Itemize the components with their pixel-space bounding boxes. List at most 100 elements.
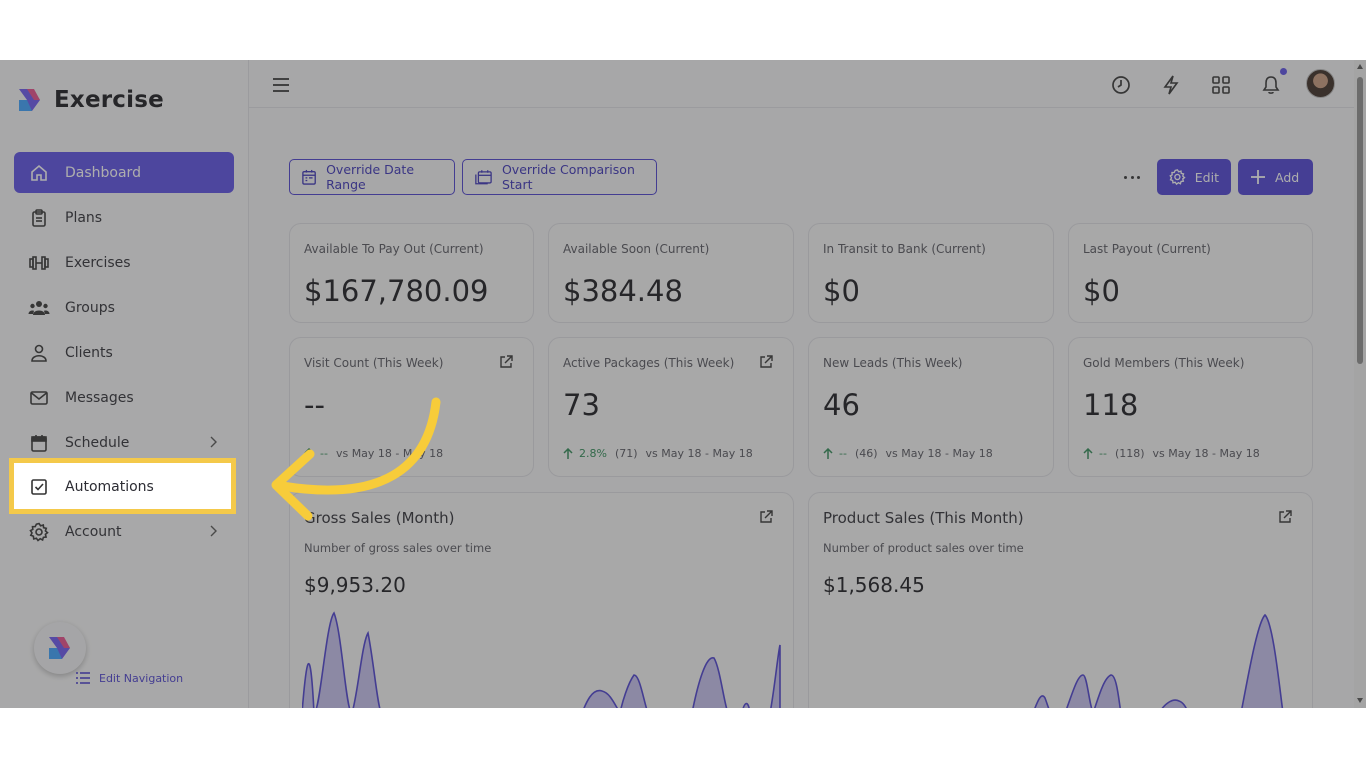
app-name: Exercise [54,87,164,113]
gross-sales-sparkline [302,611,781,708]
gear-icon [28,521,50,543]
plus-icon [1251,170,1265,184]
sidebar-item-clients[interactable]: Clients [14,332,234,373]
card-title: Active Packages (This Week) [563,356,735,370]
home-icon [28,162,50,184]
avatar[interactable] [1306,69,1335,98]
clock-icon[interactable] [1110,74,1132,96]
add-widget-button[interactable]: Add [1238,159,1313,195]
sidebar-item-schedule[interactable]: Schedule [14,422,234,463]
grid-icon[interactable] [1210,74,1232,96]
edit-navigation-link[interactable]: Edit Navigation [75,671,183,685]
bell-icon[interactable] [1260,74,1282,96]
card-subtitle: Number of product sales over time [823,541,1024,555]
calendar-icon [302,169,316,185]
stat-card[interactable]: Last Payout (Current) $0 [1068,223,1313,323]
sidebar-item-exercises[interactable]: Exercises [14,242,234,283]
sidebar-item-plans[interactable]: Plans [14,197,234,238]
sidebar-item-label: Account [65,523,122,540]
product-sales-card[interactable]: Product Sales (This Month) Number of pro… [808,492,1313,708]
scroll-thumb[interactable] [1357,77,1363,364]
chevron-right-icon [208,524,218,542]
floating-logo-button[interactable] [34,622,86,674]
comparison-row: -- (46) vs May 18 - May 18 [823,447,993,460]
sidebar-item-label: Plans [65,209,103,226]
sidebar-item-label: Dashboard [65,164,141,181]
card-title: Product Sales (This Month) [823,509,1024,527]
scrollbar[interactable] [1354,60,1366,708]
arrow-up-icon [1083,447,1093,459]
comparison-row: -- (118) vs May 18 - May 18 [1083,447,1260,460]
edit-navigation-label: Edit Navigation [99,671,184,685]
card-title: Gold Members (This Week) [1083,356,1245,370]
user-icon [28,342,50,364]
app-logo-icon [19,89,40,111]
sidebar-item-groups[interactable]: Groups [14,287,234,328]
sidebar-item-label: Automations [65,478,154,495]
sidebar-item-label: Clients [65,344,113,361]
arrow-up-icon [563,447,573,459]
sidebar-item-messages[interactable]: Messages [14,377,234,418]
calendar-compare-icon [475,170,492,185]
weekly-card[interactable]: Active Packages (This Week) 73 2.8% (71)… [548,337,794,477]
more-options-button[interactable] [1124,167,1140,187]
sidebar-item-label: Exercises [65,254,131,271]
app-logo-icon [49,637,70,659]
card-value: $0 [1083,274,1120,308]
stat-card[interactable]: Available To Pay Out (Current) $167,780.… [289,223,534,323]
product-sales-sparkline [1034,613,1284,708]
external-link-icon[interactable] [499,354,513,373]
sidebar-item-label: Messages [65,389,134,406]
checkbox-icon [28,476,50,498]
comparison-row: 2.8% (71) vs May 18 - May 18 [563,447,753,460]
card-title: Visit Count (This Week) [304,356,444,370]
notification-dot [1280,68,1287,75]
override-comparison-start-button[interactable]: Override Comparison Start [462,159,657,195]
card-value: 46 [823,388,860,422]
chevron-right-icon [208,435,218,453]
mail-icon [28,387,50,409]
card-value: 73 [563,388,600,422]
sidebar: Exercise Dashboard Plans Exercises Group [0,60,249,708]
external-link-icon[interactable] [1278,509,1292,528]
arrow-up-icon [823,447,833,459]
card-value: $9,953.20 [304,573,406,597]
sidebar-item-dashboard[interactable]: Dashboard [14,152,234,193]
sidebar-item-account[interactable]: Account [14,511,234,552]
sidebar-item-label: Schedule [65,434,130,451]
stat-card[interactable]: In Transit to Bank (Current) $0 [808,223,1054,323]
brand[interactable]: Exercise [16,86,164,114]
clipboard-icon [28,207,50,229]
sidebar-item-label: Groups [65,299,115,316]
override-date-range-button[interactable]: Override Date Range [289,159,455,195]
card-subtitle: Number of gross sales over time [304,541,492,555]
stat-card[interactable]: Available Soon (Current) $384.48 [548,223,794,323]
tutorial-arrow-icon [271,397,441,521]
weekly-card[interactable]: Gold Members (This Week) 118 -- (118) vs… [1068,337,1313,477]
scroll-down-arrow[interactable] [1357,698,1363,703]
card-value: $384.48 [563,274,683,308]
card-title: Available Soon (Current) [563,242,710,256]
sidebar-item-automations-focused[interactable]: Automations [14,466,234,507]
card-value: 118 [1083,388,1139,422]
calendar-icon [28,432,50,454]
list-icon [76,672,90,684]
edit-dashboard-button[interactable]: Edit [1157,159,1231,195]
menu-icon[interactable] [270,74,292,96]
users-icon [28,297,50,319]
card-value: $167,780.09 [304,274,489,308]
card-title: New Leads (This Week) [823,356,963,370]
lightning-icon[interactable] [1160,74,1182,96]
card-value: $1,568.45 [823,573,925,597]
weekly-card[interactable]: New Leads (This Week) 46 -- (46) vs May … [808,337,1054,477]
card-title: In Transit to Bank (Current) [823,242,986,256]
scroll-up-arrow[interactable] [1357,64,1363,69]
app-window: Exercise Dashboard Plans Exercises Group [0,60,1366,708]
card-title: Last Payout (Current) [1083,242,1211,256]
external-link-icon[interactable] [759,354,773,373]
top-bar [249,60,1354,108]
card-title: Available To Pay Out (Current) [304,242,484,256]
external-link-icon[interactable] [759,509,773,528]
card-value: $0 [823,274,860,308]
dumbbell-icon [28,252,50,274]
